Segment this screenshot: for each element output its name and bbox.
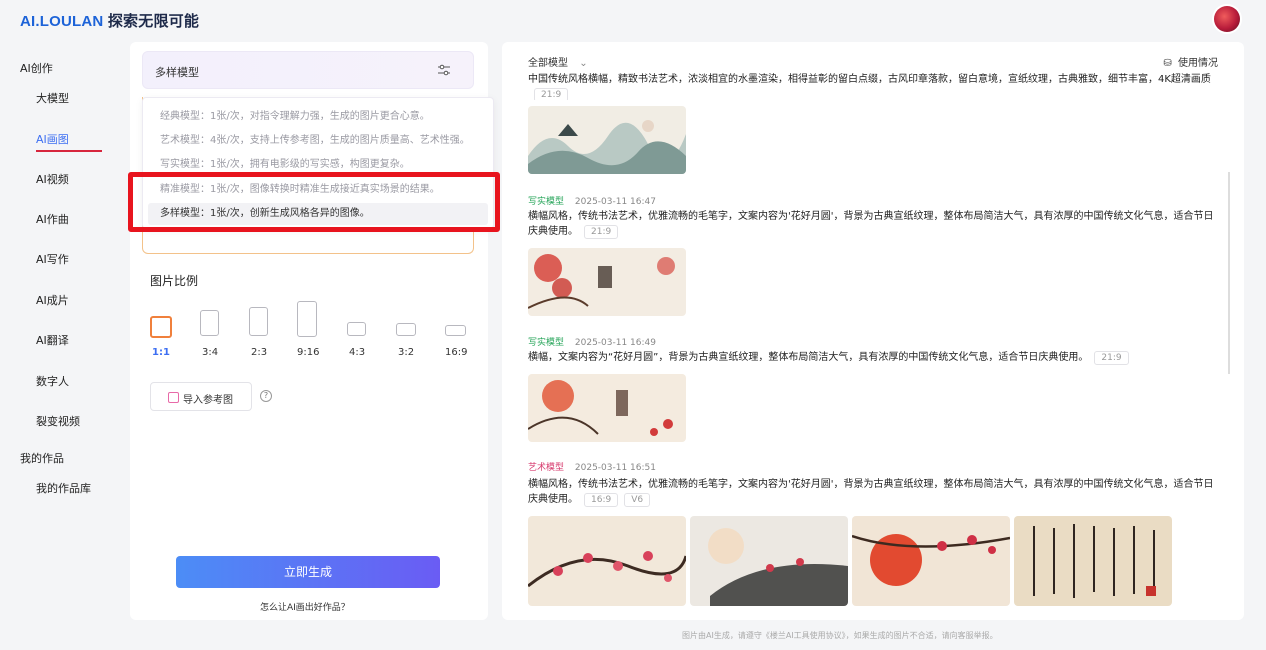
- sidebar-item-digital-human[interactable]: 数字人: [36, 373, 69, 389]
- result-image[interactable]: [528, 248, 686, 316]
- ratio-shape: [297, 301, 317, 337]
- sidebar-item-ai-film[interactable]: AI成片: [36, 292, 69, 308]
- usage-icon: ⛁: [1163, 58, 1172, 69]
- model-option-art[interactable]: 艺术模型：4张/次，支持上传参考图，生成的图片质量高、艺术性强。: [148, 130, 488, 152]
- prompt-text: 中国传统风格横幅，精致书法艺术，浓淡相宜的水墨渲染，相得益彰的留白点缀，古风印章…: [528, 72, 1218, 100]
- import-reference-label: 导入参考图: [183, 395, 233, 406]
- results-scrollbar[interactable]: [1228, 172, 1230, 374]
- app-logo[interactable]: AI.LOULAN 探索无限可能: [20, 10, 199, 31]
- moon-blossom-image: [528, 374, 686, 442]
- prompt-text: 横幅风格，传统书法艺术，优雅流畅的毛笔字，文案内容为'花好月圆'，背景为古典宣纸…: [528, 477, 1218, 507]
- model-type-badge: 写实模型: [528, 338, 565, 348]
- nav-section-create: AI创作: [20, 62, 53, 75]
- sidebar-item-ai-music[interactable]: AI作曲: [36, 211, 69, 227]
- timestamp: 2025-03-11 16:51: [574, 463, 656, 473]
- model-type-badge: 写实模型: [528, 197, 565, 207]
- model-filter-dropdown[interactable]: 全部模型 ⌄: [528, 54, 588, 69]
- result-image[interactable]: [852, 516, 1010, 606]
- model-select-value: 多样模型: [155, 66, 199, 79]
- ratio-label: 4:3: [349, 347, 366, 358]
- sidebar-item-llm[interactable]: 大模型: [36, 90, 69, 106]
- calligraphy-scroll-image: [1014, 516, 1172, 606]
- model-select[interactable]: 多样模型: [142, 51, 474, 89]
- prompt-text-content: 横幅，文案内容为“花好月圆”，背景为古典宣纸纹理，整体布局简洁大气，具有浓厚的中…: [528, 352, 1089, 363]
- ink-moon-image: [690, 516, 848, 606]
- sidebar-item-ai-drawing[interactable]: AI画图: [36, 131, 69, 147]
- annotation-highlight: [128, 172, 500, 232]
- timestamp: 2025-03-11 16:49: [574, 338, 656, 348]
- prompt-text: 横幅，文案内容为“花好月圆”，背景为古典宣纸纹理，整体布局简洁大气，具有浓厚的中…: [528, 350, 1218, 365]
- usage-label: 使用情况: [1178, 58, 1218, 69]
- sidebar-item-my-library[interactable]: 我的作品库: [36, 480, 91, 496]
- user-avatar[interactable]: [1214, 6, 1240, 32]
- ratio-label: 3:2: [398, 347, 415, 358]
- entry-meta: 写实模型 2025-03-11 16:47: [528, 194, 656, 207]
- ratio-tag: 16:9: [584, 493, 619, 507]
- generate-button[interactable]: 立即生成: [176, 556, 440, 588]
- prompt-text-content: 横幅风格，传统书法艺术，优雅流畅的毛笔字，文案内容为'花好月圆'，背景为古典宣纸…: [528, 211, 1214, 237]
- model-type-badge: 艺术模型: [528, 463, 565, 473]
- sidebar-item-fission-video[interactable]: 裂变视频: [36, 413, 80, 429]
- top-bar: AI.LOULAN 探索无限可能: [0, 0, 1266, 40]
- results-panel: 全部模型 ⌄ ⛁ 使用情况 中国传统风格横幅，精致书法艺术，浓淡相宜的水墨渲染，…: [502, 42, 1244, 620]
- calligraphy-banner-image: [528, 248, 686, 316]
- model-option-classic[interactable]: 经典模型：1张/次，对指令理解力强，生成的图片更合心意。: [148, 106, 488, 128]
- entry-meta: 写实模型 2025-03-11 16:49: [528, 335, 656, 348]
- plum-blossom-image: [528, 516, 686, 606]
- entry-meta: 艺术模型 2025-03-11 16:51: [528, 460, 656, 473]
- settings-sliders-icon[interactable]: [437, 64, 451, 76]
- model-filter-label: 全部模型: [528, 58, 568, 69]
- image-upload-icon: [168, 392, 179, 403]
- ratio-label: 16:9: [445, 347, 468, 358]
- import-reference-button[interactable]: 导入参考图: [150, 382, 252, 411]
- ratio-shape: [150, 316, 172, 338]
- ratio-label: 2:3: [251, 347, 268, 358]
- prompt-text-content: 中国传统风格横幅，精致书法艺术，浓淡相宜的水墨渲染，相得益彰的留白点缀，古风印章…: [528, 74, 1211, 85]
- ratio-shape: [396, 323, 416, 336]
- brand-name: AI.LOULAN: [20, 13, 104, 30]
- ratio-shape: [347, 322, 366, 336]
- ratio-shape: [249, 307, 268, 336]
- prompt-text: 横幅风格，传统书法艺术，优雅流畅的毛笔字，文案内容为'花好月圆'，背景为古典宣纸…: [528, 209, 1218, 239]
- help-icon[interactable]: ?: [260, 390, 272, 402]
- ratio-shape: [200, 310, 219, 336]
- result-image[interactable]: [690, 516, 848, 606]
- ratio-section-title: 图片比例: [150, 274, 199, 288]
- disclaimer-text: 图片由AI生成，请遵守《楼兰AI工具使用协议》，如果生成的图片不合适，请向客服举…: [682, 631, 998, 640]
- ratio-tag: 21:9: [1094, 351, 1129, 365]
- sidebar-item-ai-translate[interactable]: AI翻译: [36, 332, 69, 348]
- version-tag: V6: [624, 493, 651, 507]
- nav-section-works: 我的作品: [20, 452, 64, 465]
- ratio-label: 1:1: [152, 347, 170, 358]
- sidebar-item-ai-writing[interactable]: AI写作: [36, 251, 69, 267]
- ratio-shape: [445, 325, 466, 336]
- sidebar-item-ai-video[interactable]: AI视频: [36, 171, 69, 187]
- tips-link[interactable]: 怎么让AI画出好作品？: [260, 600, 350, 613]
- brand-tagline: 探索无限可能: [107, 13, 200, 30]
- result-image[interactable]: [1014, 516, 1172, 606]
- active-indicator: [36, 150, 102, 152]
- result-image[interactable]: [528, 516, 686, 606]
- usage-link[interactable]: ⛁ 使用情况: [1163, 54, 1218, 69]
- chevron-down-icon: ⌄: [579, 58, 588, 69]
- red-sun-blossom-image: [852, 516, 1010, 606]
- generation-panel: 多样模型 经典模型：1张/次，对指令理解力强，生成的图片更合心意。 艺术模型：4…: [130, 42, 494, 620]
- ratio-label: 3:4: [202, 347, 219, 358]
- sidebar-nav: AI创作 大模型 AI画图 AI视频 AI作曲 AI写作 AI成片 AI翻译 数…: [0, 40, 128, 650]
- ratio-label: 9:16: [297, 347, 320, 358]
- ratio-tag: 21:9: [534, 88, 569, 100]
- result-image[interactable]: [528, 374, 686, 442]
- result-image[interactable]: [528, 106, 686, 174]
- ratio-tag: 21:9: [584, 225, 619, 239]
- landscape-image: [528, 106, 686, 174]
- timestamp: 2025-03-11 16:47: [574, 197, 656, 207]
